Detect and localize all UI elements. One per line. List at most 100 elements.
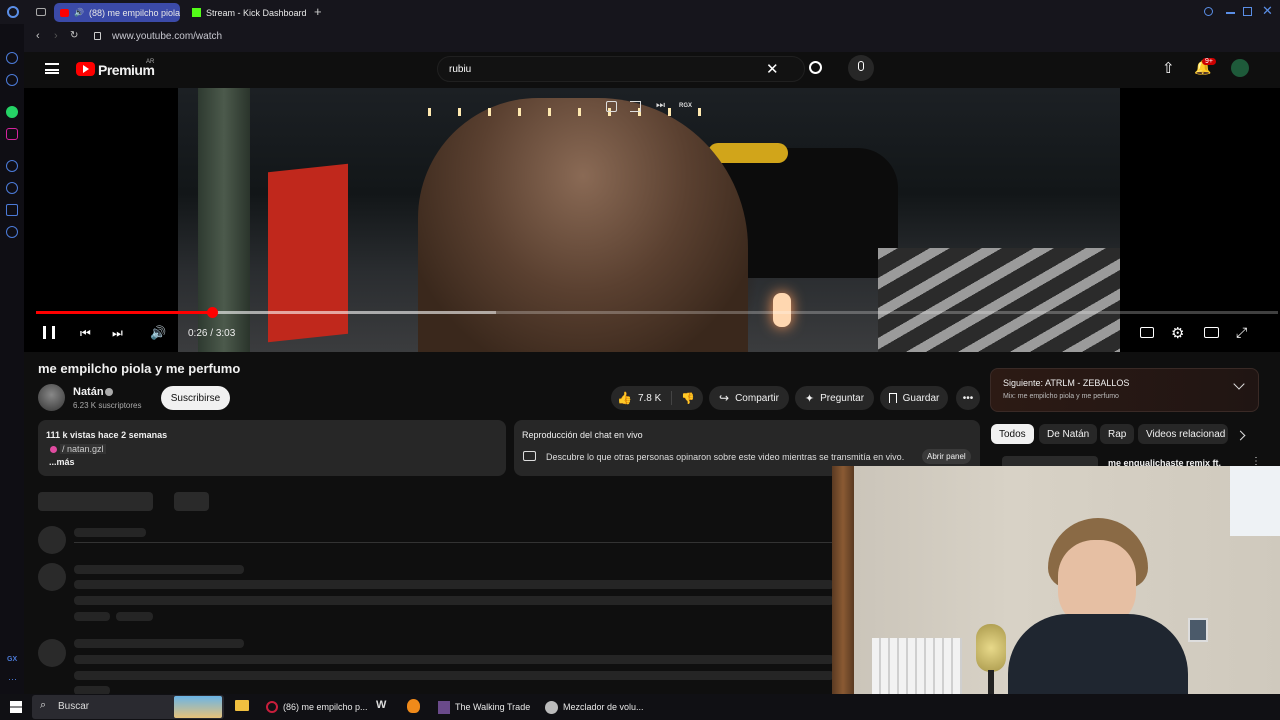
time-current: 0:26 <box>188 328 208 339</box>
ask-label: Preguntar <box>820 392 865 404</box>
search-icon: ⌕ <box>40 699 47 711</box>
search-icon[interactable] <box>809 61 822 74</box>
skeleton-line <box>74 580 834 589</box>
waves-app-icon[interactable]: W <box>376 699 386 711</box>
tab-kick-dashboard[interactable]: Stream - Kick Dashboard <box>186 3 311 22</box>
recommended-thumbnail[interactable] <box>1002 456 1098 466</box>
channel-name[interactable]: Natán <box>73 386 104 398</box>
tab-youtube[interactable]: 🔊 (88) me empilcho piola <box>54 3 180 22</box>
account-avatar[interactable] <box>1231 59 1249 77</box>
chip-videos-relacionados[interactable]: Videos relacionad <box>1138 424 1228 444</box>
channel-avatar[interactable] <box>38 384 65 411</box>
progress-scrubber[interactable] <box>207 307 218 318</box>
skeleton-avatar <box>38 526 66 554</box>
chip-de-natan[interactable]: De Natán <box>1039 424 1098 444</box>
voice-search-button[interactable] <box>848 55 874 81</box>
url-text[interactable]: www.youtube.com/watch <box>112 31 222 42</box>
dislike-icon[interactable]: 👎 <box>681 392 695 405</box>
chevron-right-icon[interactable] <box>1235 430 1246 441</box>
skeleton-line <box>74 612 110 621</box>
description-box[interactable]: 111 k vistas hace 2 semanas / natan.gzl … <box>38 420 506 476</box>
taskbar-search-box[interactable]: ⌕ Buscar <box>32 695 224 719</box>
red-panel <box>268 163 348 343</box>
more-horizontal-icon: ••• <box>962 392 974 404</box>
theater-mode-icon[interactable] <box>1204 327 1219 338</box>
close-window-icon[interactable]: ✕ <box>1262 3 1273 19</box>
video-title: me empilcho piola y me perfumo <box>38 361 241 376</box>
subtitles-icon[interactable] <box>1140 327 1154 338</box>
messenger-icon[interactable] <box>6 74 18 86</box>
instagram-icon[interactable] <box>6 128 18 140</box>
settings-gear-icon[interactable]: ⚙ <box>1171 324 1184 342</box>
more-icon[interactable]: ⋯ <box>8 674 17 685</box>
back-icon[interactable]: ‹ <box>36 30 40 42</box>
like-count[interactable]: 7.8 K <box>638 393 661 404</box>
more-link[interactable]: ...más <box>49 457 75 467</box>
subscriber-count: 6.23 K suscriptores <box>73 401 142 410</box>
clear-search-icon[interactable]: ✕ <box>766 60 779 78</box>
previous-button[interactable]: ⏮ <box>80 326 91 341</box>
whatsapp-icon[interactable] <box>6 106 18 118</box>
skeleton-line <box>74 565 244 574</box>
exit-icon[interactable] <box>630 101 641 112</box>
instagram-link-icon <box>50 446 57 453</box>
new-tab-button[interactable]: + <box>314 4 322 19</box>
popout-icon[interactable] <box>606 101 617 112</box>
taskbar-item-opera[interactable]: (86) me empilcho p... <box>266 699 368 715</box>
youtube-logo-icon[interactable] <box>76 62 95 76</box>
taskbar-search-placeholder: Buscar <box>58 701 90 712</box>
skeleton-line <box>116 612 153 621</box>
gx-icon[interactable]: GX <box>7 656 17 663</box>
opera-gx-icon <box>266 701 278 713</box>
search-tabs-icon[interactable] <box>1204 7 1213 16</box>
workspaces-icon[interactable] <box>36 8 46 16</box>
share-button[interactable]: ↪ Compartir <box>709 386 789 410</box>
aria-icon[interactable] <box>6 52 18 64</box>
search-input[interactable]: rubiu <box>449 64 471 75</box>
minimize-icon[interactable] <box>1226 12 1235 14</box>
chip-rap[interactable]: Rap <box>1100 424 1135 444</box>
picture-frame <box>1188 618 1208 642</box>
settings-icon[interactable] <box>6 226 18 238</box>
upload-icon[interactable]: ⇧ <box>1162 59 1175 77</box>
pause-button[interactable] <box>43 326 55 339</box>
opera-logo-icon[interactable] <box>7 6 19 18</box>
fl-studio-icon[interactable] <box>407 699 420 713</box>
more-actions-button[interactable]: ••• <box>956 386 980 410</box>
skeleton-line <box>74 655 834 664</box>
instagram-link[interactable]: / natan.gzl <box>60 444 106 454</box>
open-panel-button[interactable]: Abrir panel <box>922 449 971 464</box>
person-body <box>1008 614 1188 694</box>
maximize-icon[interactable] <box>1243 7 1252 16</box>
browser-tab-strip: 🔊 (88) me empilcho piola Stream - Kick D… <box>0 0 1280 24</box>
next-up-mix: Mix: me empilcho piola y me perfumo <box>1003 393 1119 400</box>
skeleton-line <box>74 671 834 680</box>
file-explorer-icon[interactable] <box>235 700 249 711</box>
like-icon[interactable]: 👍 <box>617 391 632 405</box>
verified-icon <box>105 388 113 396</box>
chip-todos[interactable]: Todos <box>991 424 1034 444</box>
subscribe-button[interactable]: Suscribirse <box>161 386 230 410</box>
skeleton-avatar <box>38 563 66 591</box>
skip-ahead-icon[interactable]: ⏭ <box>656 100 665 111</box>
search-box[interactable]: rubiu ✕ <box>437 56 805 82</box>
fullscreen-icon[interactable]: ⤢ <box>1236 324 1247 341</box>
taskbar-item-volume-mixer[interactable]: Mezclador de volu... <box>545 699 644 715</box>
windows-start-icon[interactable] <box>10 701 22 713</box>
reload-icon[interactable]: ↻ <box>70 30 78 41</box>
player-icon[interactable] <box>6 160 18 172</box>
next-up-panel[interactable]: Siguiente: ATRLM - ZEBALLOS Mix: me empi… <box>990 368 1259 412</box>
forward-icon[interactable]: › <box>54 30 58 42</box>
extensions-icon[interactable] <box>6 204 18 216</box>
taskbar-item-walking-trade[interactable]: The Walking Trade <box>438 699 530 715</box>
hamburger-menu-icon[interactable] <box>45 63 59 74</box>
kick-favicon-icon <box>192 8 201 17</box>
volume-icon[interactable]: 🔊 <box>150 325 166 341</box>
sparkle-icon: ✦ <box>804 392 815 405</box>
next-button[interactable]: ⏭ <box>112 326 123 341</box>
ask-button[interactable]: ✦ Preguntar <box>795 386 874 410</box>
chevron-down-icon[interactable] <box>1233 378 1245 390</box>
skeleton-line <box>74 528 146 537</box>
save-button[interactable]: Guardar <box>880 386 948 410</box>
history-icon[interactable] <box>6 182 18 194</box>
